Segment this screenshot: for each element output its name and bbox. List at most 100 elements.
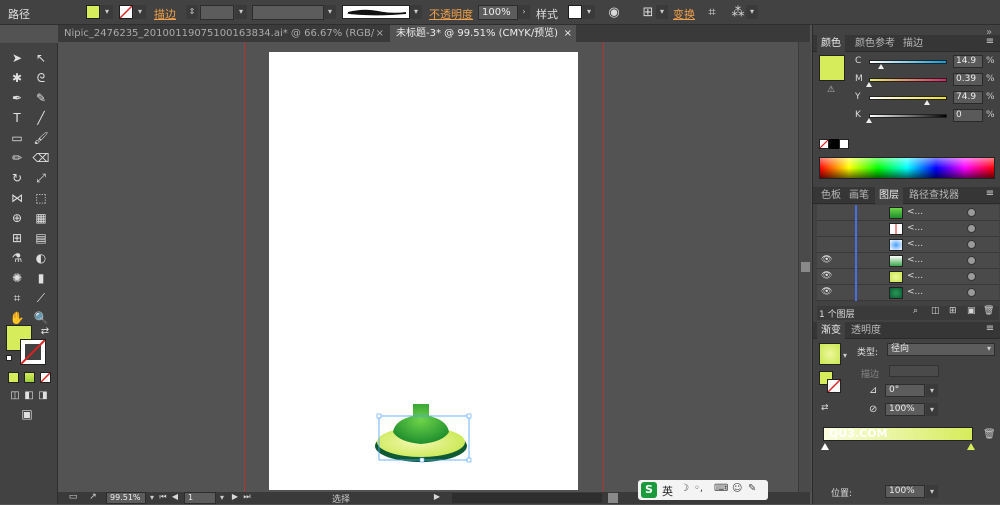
tab-brushes[interactable]: 画笔	[845, 187, 873, 204]
tab-color[interactable]: 颜色	[817, 35, 845, 52]
punctuation-icon[interactable]: ◦,	[694, 483, 703, 494]
fill-dropdown-icon[interactable]: ▾	[101, 5, 113, 19]
channel-slider-track[interactable]	[869, 78, 947, 82]
channel-value-field[interactable]: 0	[953, 109, 983, 122]
opacity-field[interactable]: 100%	[478, 5, 518, 20]
layer-row[interactable]: 👁 <...	[817, 269, 999, 285]
eraser-tool-icon[interactable]: ⌫	[32, 149, 50, 167]
gradient-preview-swatch[interactable]	[819, 343, 841, 365]
none-mode-icon[interactable]	[40, 372, 51, 383]
stroke-weight-field[interactable]	[200, 5, 234, 20]
free-transform-tool-icon[interactable]: ⬚	[32, 189, 50, 207]
stroke-weight-stepper[interactable]: ⇕	[186, 5, 198, 19]
gradient-stroke-icon[interactable]	[827, 379, 841, 393]
stroke-dropdown-icon[interactable]: ▾	[134, 5, 146, 19]
share-icon[interactable]: ↗	[86, 492, 100, 502]
brush-dropdown-icon[interactable]: ▾	[410, 5, 422, 19]
stroke-swatch[interactable]	[119, 5, 133, 19]
ime-language[interactable]: 英	[662, 483, 673, 499]
brush-preview[interactable]	[342, 5, 410, 19]
status-menu-icon[interactable]: ▶	[432, 492, 442, 501]
screen-mode-icon[interactable]: ▣	[18, 405, 36, 423]
zoom-dropdown-icon[interactable]: ▾	[146, 492, 158, 504]
curvature-tool-icon[interactable]: ✎	[32, 89, 50, 107]
vertical-scrollbar[interactable]	[798, 42, 811, 492]
locate-object-icon[interactable]: ⌕	[913, 306, 918, 316]
aspect-ratio-dropdown-icon[interactable]: ▾	[926, 403, 938, 416]
panel-menu-icon[interactable]: ≡	[983, 188, 997, 199]
layer-target-icon[interactable]	[967, 256, 976, 265]
angle-field[interactable]: 0°	[885, 384, 925, 397]
reverse-gradient-icon[interactable]: ⇄	[821, 403, 829, 413]
visibility-eye-icon[interactable]	[821, 239, 833, 251]
aspect-ratio-field[interactable]: 100%	[885, 403, 925, 416]
layer-target-icon[interactable]	[967, 224, 976, 233]
keyboard-icon[interactable]: ⌨	[714, 483, 728, 494]
perspective-grid-tool-icon[interactable]: ▦	[32, 209, 50, 227]
layer-target-icon[interactable]	[967, 272, 976, 281]
slice-tool-icon[interactable]: ⟋	[32, 289, 50, 307]
tab-swatches[interactable]: 色板	[817, 187, 845, 204]
rectangle-tool-icon[interactable]: ▭	[8, 129, 26, 147]
draw-inside-icon[interactable]: ◨	[34, 387, 52, 405]
eyedropper-tool-icon[interactable]: ⚗	[8, 249, 26, 267]
recolor-icon[interactable]: ◉	[606, 5, 622, 20]
next-artboard-icon[interactable]: ▶	[230, 492, 240, 501]
close-icon[interactable]: ×	[376, 25, 384, 42]
opacity-dropdown-icon[interactable]: ›	[518, 5, 530, 19]
pencil-tool-icon[interactable]: ✏	[8, 149, 26, 167]
first-artboard-icon[interactable]: ⏮	[158, 492, 168, 502]
channel-value-field[interactable]: 14.9	[953, 55, 983, 68]
stroke-label[interactable]: 描边	[154, 6, 176, 22]
swap-fill-stroke-icon[interactable]: ⇄	[36, 323, 54, 341]
artboard-tool-icon[interactable]: ⌗	[8, 289, 26, 307]
horizontal-scroll-thumb[interactable]	[608, 493, 618, 503]
lasso-tool-icon[interactable]: ᘓ	[32, 69, 50, 87]
channel-slider-thumb[interactable]	[924, 100, 931, 105]
gradient-stop-start[interactable]	[821, 443, 829, 450]
arrange-dropdown-icon[interactable]: ▾	[746, 5, 758, 19]
clipping-mask-icon[interactable]: ◫	[931, 306, 940, 316]
user-icon[interactable]: ☺	[732, 483, 742, 494]
direct-selection-tool-icon[interactable]: ↖	[32, 49, 50, 67]
zoom-field[interactable]: 99.51%	[106, 492, 146, 504]
variable-width-dropdown-icon[interactable]: ▾	[324, 5, 336, 19]
layer-row[interactable]: <...	[817, 237, 999, 253]
black-color-icon[interactable]	[829, 139, 839, 149]
blend-tool-icon[interactable]: ◐	[32, 249, 50, 267]
channel-slider-thumb[interactable]	[866, 82, 873, 87]
settings-icon[interactable]: ✎	[748, 483, 756, 494]
type-tool-icon[interactable]: T	[8, 109, 26, 127]
new-sublayer-icon[interactable]: ⊞	[949, 306, 957, 316]
gradient-dropdown-icon[interactable]: ▾	[843, 351, 847, 360]
mesh-tool-icon[interactable]: ⊞	[8, 229, 26, 247]
channel-value-field[interactable]: 0.39	[953, 73, 983, 86]
line-tool-icon[interactable]: ╱	[32, 109, 50, 127]
channel-slider-thumb[interactable]	[877, 64, 884, 69]
stroke-weight-dropdown-icon[interactable]: ▾	[235, 5, 247, 19]
column-graph-tool-icon[interactable]: ▮	[32, 269, 50, 287]
delete-stop-icon[interactable]: 🗑	[983, 429, 996, 440]
selection-tool-icon[interactable]: ➤	[8, 49, 26, 67]
layer-target-icon[interactable]	[967, 240, 976, 249]
visibility-eye-icon[interactable]: 👁	[821, 255, 833, 267]
moon-icon[interactable]: ☽	[680, 483, 689, 494]
paintbrush-tool-icon[interactable]: 🖌	[32, 129, 50, 147]
transform-label[interactable]: 变换	[673, 6, 695, 22]
new-layer-icon[interactable]: ▣	[967, 306, 976, 316]
layer-row[interactable]: 👁 <...	[817, 253, 999, 269]
opacity-label[interactable]: 不透明度	[429, 6, 473, 22]
tab-untitled-document[interactable]: 未标题-3* @ 99.51% (CMYK/预览) ×	[390, 25, 576, 42]
layer-row[interactable]: 👁 <...	[817, 285, 999, 301]
tab-nipic-document[interactable]: Nipic_2476235_20100119075100163834.ai* @…	[58, 25, 388, 56]
gradient-stop-end[interactable]	[967, 443, 975, 450]
visibility-eye-icon[interactable]	[821, 207, 833, 219]
stroke-color-swatch[interactable]	[20, 339, 46, 365]
horizontal-scroll-track[interactable]	[452, 493, 618, 503]
last-artboard-icon[interactable]: ⏭	[242, 492, 252, 502]
previous-artboard-icon[interactable]: ◀	[170, 492, 180, 501]
none-color-icon[interactable]	[819, 139, 829, 149]
position-dropdown-icon[interactable]: ▾	[926, 485, 938, 498]
default-colors-icon[interactable]	[6, 355, 12, 361]
artboard-number-field[interactable]: 1	[184, 492, 216, 504]
